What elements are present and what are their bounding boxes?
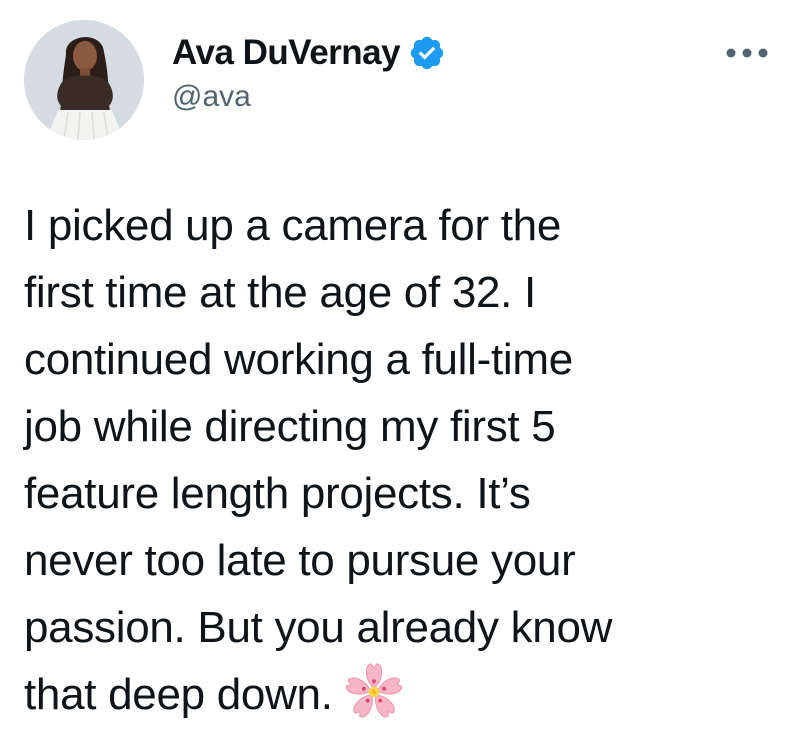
tweet-text-line: passion. But you already know: [24, 603, 613, 652]
tweet-text-line: first time at the age of 32. I: [24, 268, 536, 317]
tweet-text-line: continued working a full-time: [24, 335, 573, 384]
tweet-text-line: I picked up a camera for the: [24, 201, 562, 250]
author-display-name[interactable]: Ava DuVernay: [172, 33, 401, 73]
tweet-text-line: job while directing my first 5: [24, 402, 556, 451]
more-horizontal-icon[interactable]: [724, 46, 770, 60]
tweet-text: I picked up a camera for the first time …: [24, 192, 784, 728]
tweet-text-line: that deep down.: [24, 670, 333, 719]
tweet-card: Ava DuVernay @ava I picked up a camera f…: [0, 0, 800, 750]
author-name-row: Ava DuVernay: [172, 30, 446, 76]
profile-photo-icon: [24, 20, 144, 140]
cherry-blossom-icon: [345, 663, 402, 718]
author-avatar[interactable]: [24, 20, 144, 140]
tweet-text-line: feature length projects. It’s: [24, 469, 531, 518]
tweet-text-line-last: that deep down.: [24, 661, 784, 728]
tweet-text-line: never too late to pursue your: [24, 536, 576, 585]
author-handle[interactable]: @ava: [172, 80, 251, 114]
verified-badge-icon: [410, 36, 444, 70]
